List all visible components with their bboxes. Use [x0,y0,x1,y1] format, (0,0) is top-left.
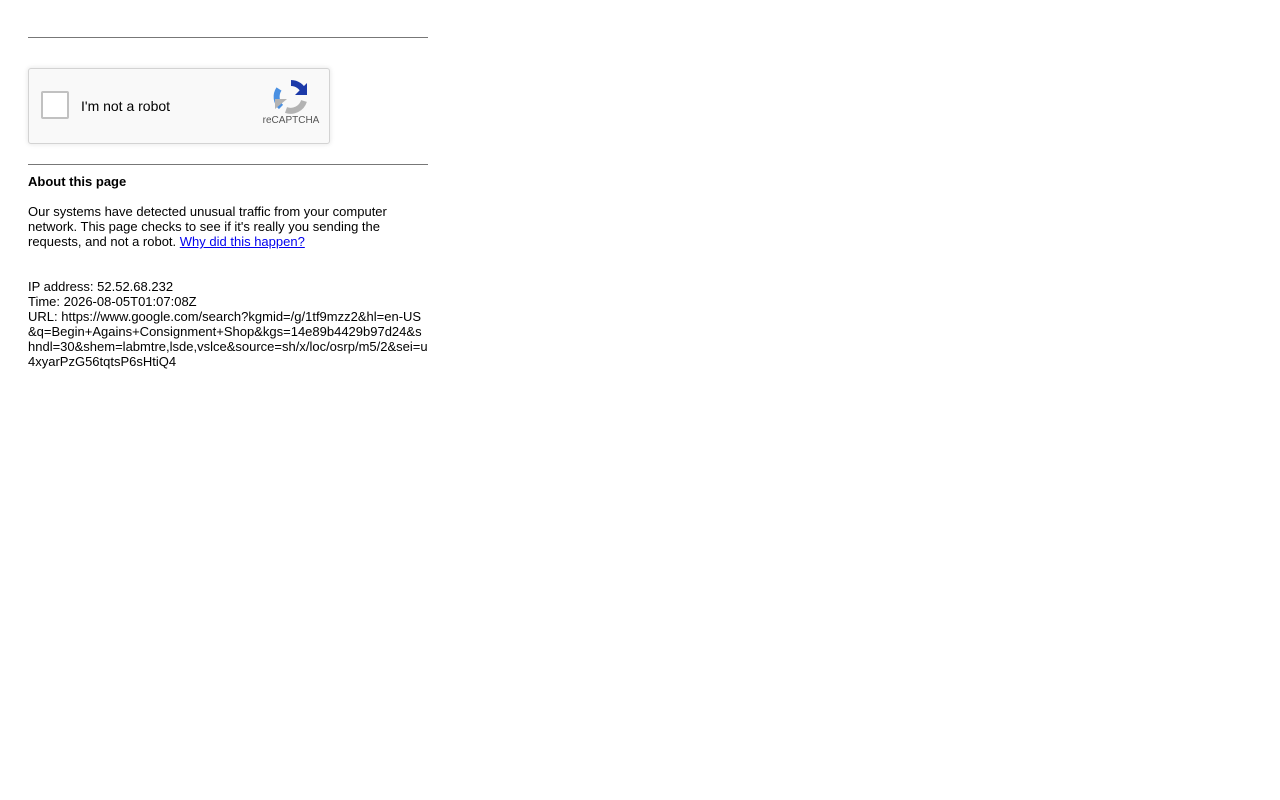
recaptcha-brand-label: reCAPTCHA [262,115,320,126]
top-divider [28,37,428,38]
time-value: 2026-08-05T01:07:08Z [63,294,197,309]
time-label: Time: [28,294,64,309]
url-value: https://www.google.com/search?kgmid=/g/1… [28,309,428,369]
request-details: IP address: 52.52.68.232 Time: 2026-08-0… [28,279,428,369]
about-title: About this page [28,174,127,189]
ip-address-line: IP address: 52.52.68.232 [28,279,428,294]
time-line: Time: 2026-08-05T01:07:08Z [28,294,428,309]
why-did-this-happen-link[interactable]: Why did this happen? [180,234,305,249]
url-line: URL: https://www.google.com/search?kgmid… [28,309,428,369]
about-text-block: Our systems have detected unusual traffi… [28,204,428,249]
about-section: About this page Our systems have detecte… [28,174,428,249]
url-label: URL: [28,309,62,324]
recaptcha-label: I'm not a robot [81,98,171,114]
ip-address-label: IP address: [28,279,98,294]
bottom-divider [28,164,428,165]
recaptcha-logo-icon [273,79,309,115]
recaptcha-checkbox[interactable] [41,91,69,119]
ip-address-value: 52.52.68.232 [97,279,174,294]
recaptcha-widget: I'm not a robot reCAPTCHA [28,68,330,144]
